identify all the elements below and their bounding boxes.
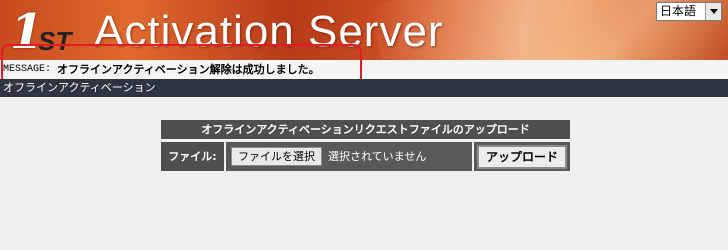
- file-status-text: 選択されていません: [328, 150, 427, 163]
- app-title: Activation Server: [94, 7, 444, 56]
- header-banner: 1 ST Activation Server: [0, 0, 728, 60]
- language-select[interactable]: 日本語: [656, 2, 722, 21]
- upload-button[interactable]: アップロード: [477, 145, 567, 169]
- message-prefix: MESSAGE:: [3, 64, 52, 75]
- section-bar: オフラインアクティベーション: [0, 79, 728, 97]
- language-selected-value: 日本語: [660, 4, 697, 18]
- choose-file-button[interactable]: ファイルを選択: [231, 147, 322, 166]
- upload-form-heading: オフラインアクティベーションリクエストファイルのアップロード: [161, 120, 570, 139]
- brand-logo: 1 ST: [4, 4, 88, 60]
- message-row: MESSAGE: オフラインアクティベーション解除は成功しました。: [0, 60, 728, 79]
- logo-suffix: ST: [38, 26, 72, 56]
- section-title: オフラインアクティベーション: [3, 81, 156, 94]
- message-text: オフラインアクティベーション解除は成功しました。: [57, 63, 320, 76]
- chevron-down-icon[interactable]: [705, 3, 721, 20]
- file-label: ファイル:: [161, 142, 224, 171]
